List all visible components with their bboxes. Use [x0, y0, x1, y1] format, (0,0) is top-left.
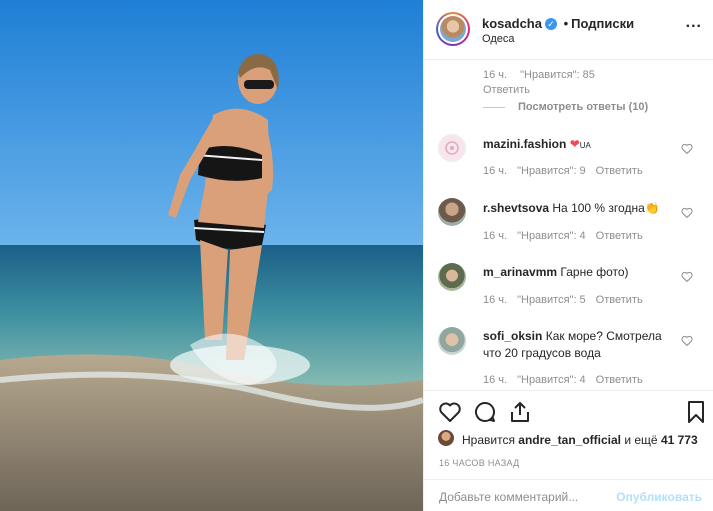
bookmark-icon[interactable] [686, 400, 706, 424]
comment-likes[interactable]: "Нравится": 9 [517, 165, 586, 177]
beach-photo [0, 0, 423, 511]
comment-text: mazini.fashion ❤UA [483, 136, 683, 154]
comment-likes[interactable]: "Нравится": 4 [517, 230, 586, 242]
comment-meta: 16 ч. "Нравится": 4 Ответить [483, 374, 653, 386]
comment-meta: 16 ч. "Нравится": 4 Ответить [483, 230, 653, 242]
comment-time[interactable]: 16 ч. [483, 294, 507, 306]
add-comment-bar: Добавьте комментарий... Опубликовать [424, 479, 713, 511]
likes-count[interactable]: 41 773 [661, 433, 698, 447]
comment-meta: 16 ч. "Нравится": 5 Ответить [483, 294, 653, 306]
likes-summary[interactable]: Нравится andre_tan_official и ещё 41 773 [462, 433, 698, 447]
flag-label: UA [579, 141, 591, 150]
follow-status-button[interactable]: Подписки [571, 16, 634, 31]
comment-time[interactable]: 16 ч. [483, 374, 507, 386]
commenter-avatar[interactable] [438, 263, 466, 291]
separator-dot: • [563, 16, 569, 31]
comment-body: Гарне фото) [560, 265, 629, 279]
liker-avatar[interactable] [438, 430, 454, 446]
likes-prefix: Нравится [462, 433, 515, 447]
more-options-icon[interactable]: ... [686, 14, 702, 32]
like-comment-heart-icon[interactable] [681, 207, 693, 219]
commenter-username[interactable]: mazini.fashion [483, 137, 566, 151]
author-avatar[interactable] [436, 12, 470, 46]
comment-text: sofi_oksin Как море? Смотрела что 20 гра… [483, 328, 683, 362]
author-line: kosadcha ✓ • Подписки [482, 16, 634, 31]
author-username[interactable]: kosadcha [482, 16, 542, 31]
publish-button[interactable]: Опубликовать [616, 490, 702, 504]
reply-button[interactable]: Ответить [483, 84, 530, 96]
commenter-username[interactable]: r.shevtsova [483, 201, 549, 215]
verified-badge-icon: ✓ [544, 18, 557, 30]
comment-input[interactable]: Добавьте комментарий... [439, 490, 578, 504]
flower-logo-icon [445, 141, 459, 155]
view-replies-line [483, 107, 505, 108]
like-comment-heart-icon[interactable] [681, 335, 693, 347]
reply-button[interactable]: Ответить [596, 230, 643, 242]
comment-time[interactable]: 16 ч. [483, 230, 507, 242]
post-sidebar: kosadcha ✓ • Подписки Одеса ... 16 ч. "Нра… [423, 0, 713, 511]
post-timestamp[interactable]: 16 ЧАСОВ НАЗАД [439, 458, 520, 468]
thread-reply-meta: 16 ч. "Нравится": 85 [483, 69, 605, 81]
commenter-username[interactable]: m_arinavmm [483, 265, 557, 279]
comment-likes[interactable]: "Нравится": 5 [517, 294, 586, 306]
actions-divider [424, 390, 713, 392]
reply-button[interactable]: Ответить [596, 165, 643, 177]
liker-username[interactable]: andre_tan_official [518, 433, 621, 447]
comment-text: m_arinavmm Гарне фото) [483, 264, 683, 281]
comment-body: На 100 % згодна👏 [552, 201, 660, 215]
like-comment-heart-icon[interactable] [681, 271, 693, 283]
reply-button[interactable]: Ответить [596, 294, 643, 306]
comment-meta: 16 ч. "Нравится": 9 Ответить [483, 165, 653, 177]
comment-bubble-icon[interactable] [473, 400, 497, 424]
post-photo[interactable] [0, 0, 423, 511]
red-heart-emoji: ❤ [569, 137, 580, 151]
like-comment-heart-icon[interactable] [681, 143, 693, 155]
comment-likes[interactable]: "Нравится": 85 [520, 69, 595, 81]
comment-time[interactable]: 16 ч. [483, 165, 507, 177]
commenter-avatar[interactable] [438, 198, 466, 226]
like-heart-icon[interactable] [438, 400, 462, 424]
post-header: kosadcha ✓ • Подписки Одеса ... [424, 0, 713, 60]
commenter-avatar[interactable] [438, 134, 466, 162]
commenter-username[interactable]: sofi_oksin [483, 329, 542, 343]
likes-middle: и ещё [624, 433, 658, 447]
view-replies-button[interactable]: Посмотреть ответы (10) [518, 101, 648, 113]
share-icon[interactable] [508, 400, 532, 424]
post-location[interactable]: Одеса [482, 33, 514, 45]
comment-time[interactable]: 16 ч. [483, 69, 507, 81]
comment-likes[interactable]: "Нравится": 4 [517, 374, 586, 386]
commenter-avatar[interactable] [438, 327, 466, 355]
comment-text: r.shevtsova На 100 % згодна👏 [483, 200, 683, 217]
reply-button[interactable]: Ответить [596, 374, 643, 386]
